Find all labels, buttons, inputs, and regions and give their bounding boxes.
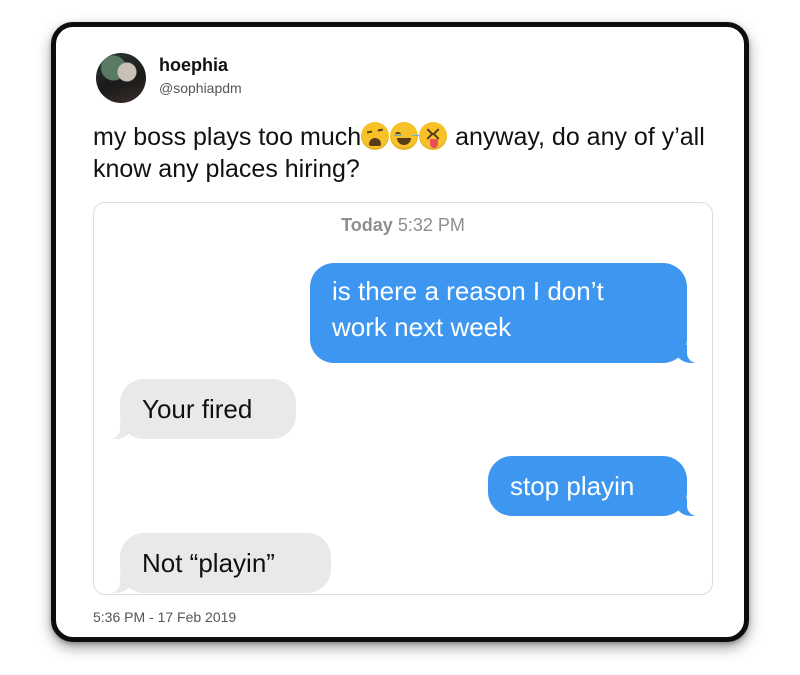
face-with-tears-of-joy-icon [390,122,419,150]
message-screenshot: Today 5:32 PM is there a reason I don’t … [93,202,713,595]
tweet-timestamp[interactable]: 5:36 PM - 17 Feb 2019 [93,609,236,625]
user-handle[interactable]: @sophiapdm [159,80,242,96]
chat-header-time: 5:32 PM [392,215,465,235]
message-text: Not “playin” [142,548,275,578]
chat-header-day: Today [341,215,393,235]
chat-date-header: Today 5:32 PM [94,215,712,236]
message-bubble-sent: stop playin [488,456,707,516]
squinting-face-with-tongue-icon [419,122,448,150]
message-bubble-received: Not “playin” [100,533,331,593]
weary-face-icon [361,122,390,150]
display-name[interactable]: hoephia [159,55,228,76]
message-text: stop playin [510,471,635,501]
tweet-card: hoephia @sophiapdm my boss plays too muc… [51,22,749,642]
tweet-text: my boss plays too much anyway, do any of… [93,121,713,185]
message-text: is there a reason I don’t work next week [332,276,604,342]
message-bubble-received: Your fired [100,379,296,439]
tweet-text-part1: my boss plays too much [93,123,362,151]
message-text: Your fired [142,394,253,424]
message-bubble-sent: is there a reason I don’t work next week [310,263,707,363]
avatar[interactable] [96,53,146,103]
